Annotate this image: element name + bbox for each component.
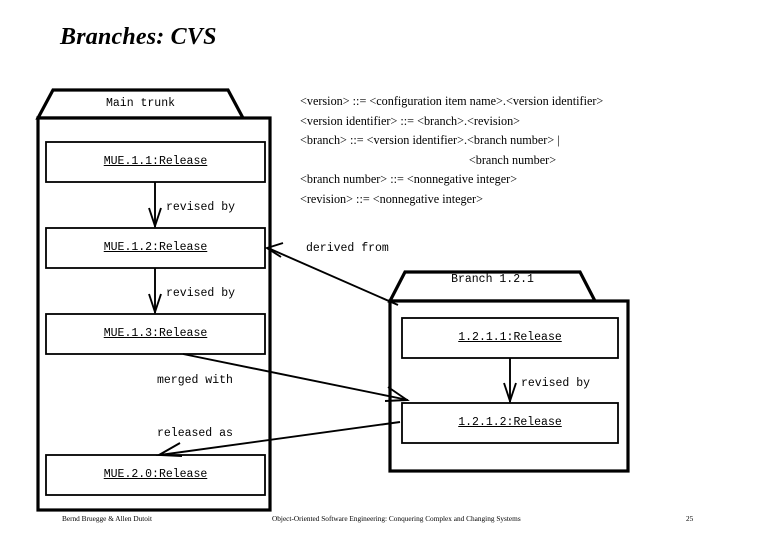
edge-label-revised-by-1: revised by (166, 201, 236, 214)
release-label-mue-1-2: MUE.1.2:Release (103, 241, 208, 254)
branch-121-title: Branch 1.2.1 (451, 273, 534, 286)
release-label-mue-2-0: MUE.2.0:Release (103, 468, 208, 481)
edge-label-derived-from: derived from (306, 242, 389, 255)
slide-canvas: Branches: CVS <version> ::= <configurati… (0, 0, 780, 540)
edge-label-released-as: released as (157, 427, 233, 440)
footer-authors: Bernd Bruegge & Allen Dutoit (62, 514, 152, 523)
main-trunk-title: Main trunk (105, 97, 175, 110)
edge-label-revised-by-2: revised by (166, 287, 236, 300)
release-label-1-2-1-2: 1.2.1.2:Release (458, 416, 562, 429)
edge-label-merged-with: merged with (157, 374, 233, 387)
footer-book-title: Object-Oriented Software Engineering: Co… (272, 514, 521, 523)
footer-page-number: 25 (686, 514, 694, 523)
release-label-1-2-1-1: 1.2.1.1:Release (458, 331, 562, 344)
slide-footer: Bernd Bruegge & Allen Dutoit Object-Orie… (0, 514, 780, 530)
release-label-mue-1-1: MUE.1.1:Release (103, 155, 208, 168)
branch-diagram (35, 88, 630, 512)
edge-label-revised-by-3: revised by (521, 377, 591, 390)
edge-derived-from (267, 247, 399, 306)
release-label-mue-1-3: MUE.1.3:Release (103, 327, 208, 340)
